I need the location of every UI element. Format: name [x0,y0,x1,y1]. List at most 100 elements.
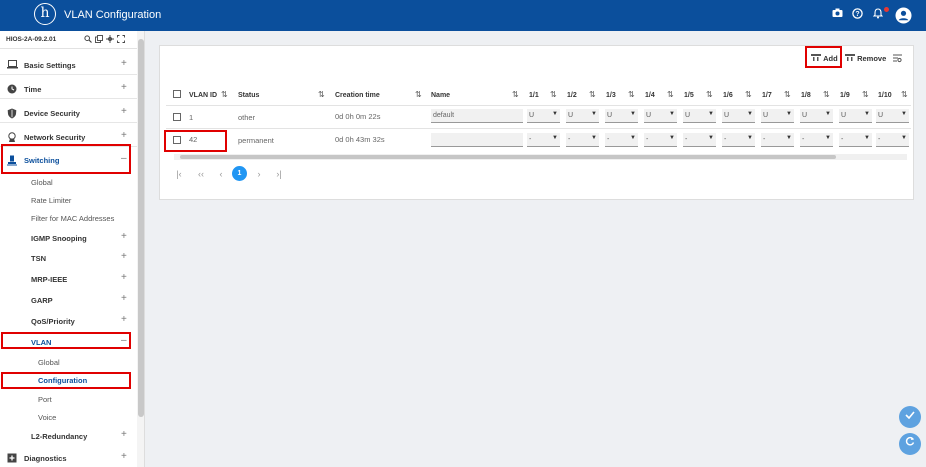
port-select[interactable]: - ▼ [722,133,755,147]
column-header-port[interactable]: 1/2 [567,91,577,101]
port-select[interactable]: U ▼ [761,109,794,123]
first-page-button[interactable]: |‹ [173,168,185,180]
sort-icon[interactable]: ⇅ [628,90,635,99]
column-header-port[interactable]: 1/10 [878,91,892,101]
column-header-creation-time[interactable]: Creation time [335,91,380,101]
port-select[interactable]: - ▼ [800,133,833,147]
sidebar-item-qos-priority[interactable]: QoS/Priority + [0,311,137,331]
sort-icon[interactable]: ⇅ [512,90,519,99]
column-header-port[interactable]: 1/3 [606,91,616,101]
row-checkbox[interactable] [173,113,181,121]
sort-icon[interactable]: ⇅ [901,90,908,99]
sidebar-item-tsn[interactable]: TSN + [0,248,137,268]
sort-icon[interactable]: ⇅ [667,90,674,99]
sidebar-item-time[interactable]: Time + [0,79,137,99]
expand-toggle[interactable]: + [121,106,127,117]
port-select[interactable]: U ▼ [527,109,560,123]
sidebar-item-igmp-snooping[interactable]: IGMP Snooping + [0,228,137,248]
user-icon[interactable] [895,7,912,28]
port-select[interactable]: U ▼ [605,109,638,123]
sidebar-item-device-security[interactable]: Device Security + [0,103,137,123]
expand-toggle[interactable]: + [121,251,127,262]
sidebar-item-garp[interactable]: GARP + [0,290,137,310]
expand-toggle[interactable]: + [121,272,127,283]
previous-page-button[interactable]: ‹ [215,168,227,180]
port-select[interactable]: U ▼ [876,109,909,123]
reload-button[interactable] [899,433,921,455]
filter-icon[interactable] [893,54,902,66]
sort-icon[interactable]: ⇅ [745,90,752,99]
sort-icon[interactable]: ⇅ [550,90,557,99]
sort-icon[interactable]: ⇅ [221,90,228,99]
sidebar-scroll-thumb[interactable] [138,39,144,417]
current-page-button[interactable]: 1 [232,166,247,181]
sort-icon[interactable]: ⇅ [862,90,869,99]
move-icon[interactable] [106,35,114,45]
sort-icon[interactable]: ⇅ [823,90,830,99]
sort-icon[interactable]: ⇅ [318,90,325,99]
column-header-port[interactable]: 1/6 [723,91,733,101]
sidebar-item-basic-settings[interactable]: Basic Settings + [0,55,137,75]
port-select[interactable]: - ▼ [761,133,794,147]
select-all-checkbox[interactable] [173,90,181,98]
sort-icon[interactable]: ⇅ [784,90,791,99]
column-header-port[interactable]: 1/9 [840,91,850,101]
column-header-port[interactable]: 1/7 [762,91,772,101]
camera-icon[interactable] [832,8,843,22]
port-select[interactable]: - ▼ [527,133,560,147]
column-header-port[interactable]: 1/4 [645,91,655,101]
expand-toggle[interactable]: + [121,451,127,462]
sort-icon[interactable]: ⇅ [706,90,713,99]
port-select[interactable]: U ▼ [683,109,716,123]
port-select[interactable]: - ▼ [644,133,677,147]
column-header-port[interactable]: 1/1 [529,91,539,101]
expand-toggle[interactable]: + [121,293,127,304]
search-icon[interactable] [84,35,92,45]
port-select[interactable]: - ▼ [605,133,638,147]
help-icon[interactable]: ? [852,8,863,23]
apply-button[interactable] [899,406,921,428]
name-input[interactable] [431,133,523,147]
port-select[interactable]: U ▼ [644,109,677,123]
port-select[interactable]: - ▼ [566,133,599,147]
column-header-status[interactable]: Status [238,91,259,101]
sidebar-item-vlan-global[interactable]: Global [0,352,137,372]
sort-icon[interactable]: ⇅ [589,90,596,99]
column-header-port[interactable]: 1/8 [801,91,811,101]
copy-icon[interactable] [95,35,103,45]
column-header-name[interactable]: Name [431,91,450,101]
column-header-vlan-id[interactable]: VLAN ID [189,91,217,101]
port-select[interactable]: U ▼ [839,109,872,123]
name-input[interactable]: default [431,109,523,123]
sidebar-item-vlan-port[interactable]: Port [0,389,137,409]
sidebar-item-switching-global[interactable]: Global [0,172,137,192]
sidebar-item-mrp-ieee[interactable]: MRP-IEEE + [0,269,137,289]
last-page-button[interactable]: ›| [273,168,285,180]
sidebar-item-diagnostics[interactable]: Diagnostics + [0,448,137,467]
column-header-port[interactable]: 1/5 [684,91,694,101]
sort-icon[interactable]: ⇅ [415,90,422,99]
port-select[interactable]: - ▼ [683,133,716,147]
next-page-button[interactable]: › [253,168,265,180]
expand-icon[interactable] [117,35,125,45]
sidebar-item-mac-filter[interactable]: Filter for MAC Addresses [0,208,137,228]
sidebar-item-l2-redundancy[interactable]: L2-Redundancy + [0,426,137,446]
table-horizontal-scrollbar[interactable] [174,154,907,160]
expand-toggle[interactable]: + [121,58,127,69]
expand-toggle[interactable]: + [121,130,127,141]
port-select[interactable]: - ▼ [876,133,909,147]
port-select[interactable]: - ▼ [839,133,872,147]
port-select[interactable]: U ▼ [722,109,755,123]
sidebar-item-rate-limiter[interactable]: Rate Limiter [0,190,137,210]
sidebar-item-vlan-voice[interactable]: Voice [0,407,137,427]
expand-toggle[interactable]: + [121,82,127,93]
port-select[interactable]: U ▼ [566,109,599,123]
port-select[interactable]: U ▼ [800,109,833,123]
bell-icon[interactable] [872,8,884,23]
expand-toggle[interactable]: + [121,314,127,325]
table-scroll-thumb[interactable] [180,155,836,159]
remove-button[interactable]: Remove [845,54,886,64]
previous-group-button[interactable]: ‹‹ [195,168,207,180]
sidebar-scrollbar[interactable] [137,31,144,467]
expand-toggle[interactable]: + [121,429,127,440]
